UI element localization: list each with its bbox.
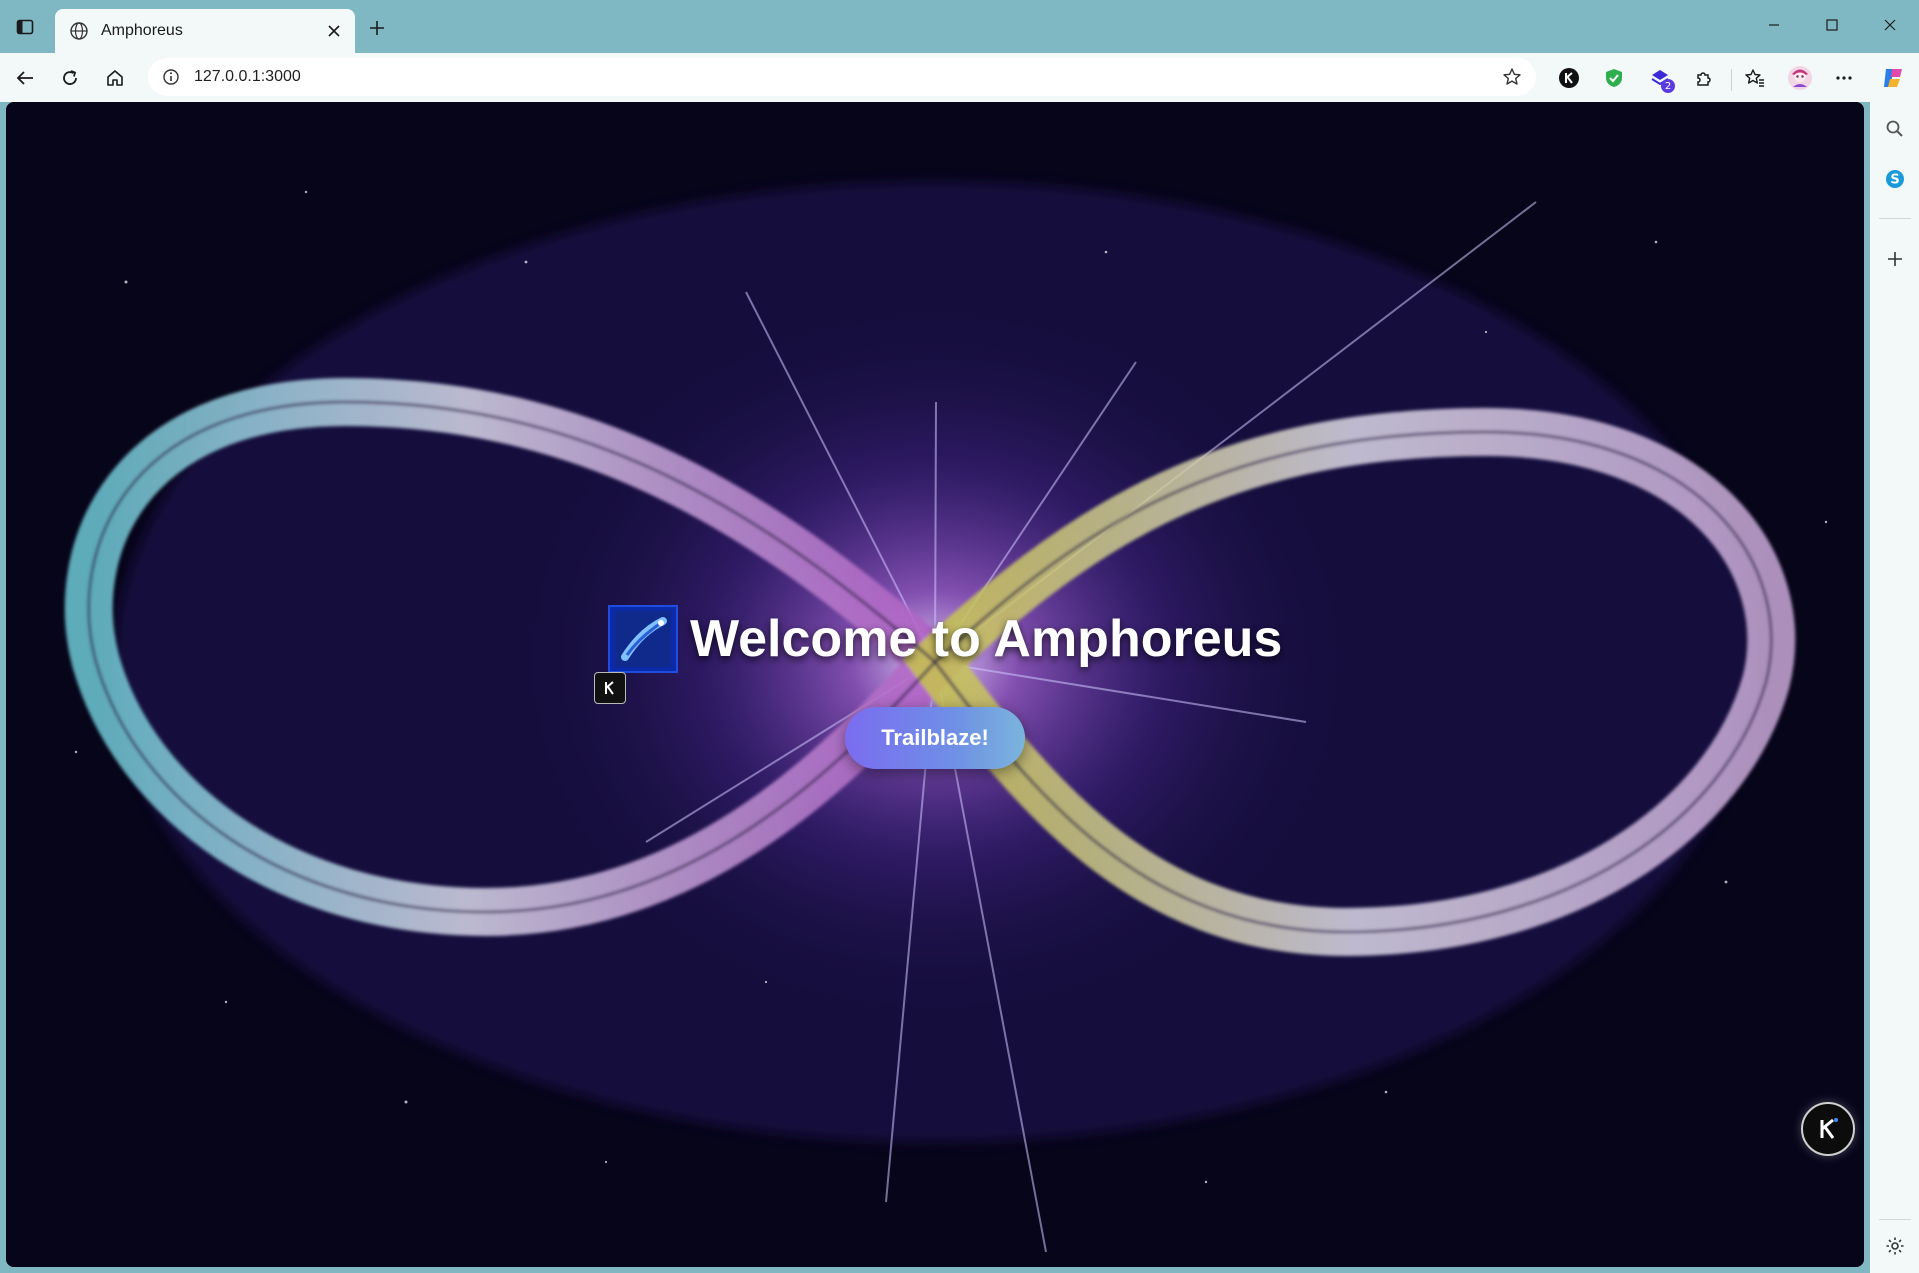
favorites-icon (1745, 69, 1764, 87)
sidebar-divider (1879, 1219, 1911, 1220)
close-tab-icon[interactable] (319, 16, 349, 46)
add-sidebar-app-button[interactable] (1878, 242, 1912, 276)
tab-actions-icon (16, 19, 34, 35)
maximize-button[interactable] (1803, 0, 1861, 50)
puzzle-extensions-icon (1697, 72, 1711, 86)
more-dots-icon (1836, 76, 1852, 80)
k-floating-icon (1820, 1118, 1838, 1139)
favorite-star-icon[interactable] (1496, 61, 1528, 93)
browser-toolbar: 127.0.0.1:3000 2 (0, 53, 1919, 102)
k-extension-button[interactable] (1552, 61, 1586, 95)
back-button[interactable] (8, 61, 42, 95)
site-info-icon[interactable] (156, 62, 186, 92)
sidebar-divider (1879, 218, 1911, 219)
settings-more-button[interactable] (1827, 61, 1861, 95)
close-window-button[interactable] (1861, 0, 1919, 50)
profile-button[interactable] (1783, 61, 1817, 95)
window-controls (1745, 0, 1919, 50)
minimize-icon (1769, 24, 1779, 26)
new-tab-button[interactable] (361, 12, 393, 44)
close-icon (1884, 19, 1896, 31)
copilot-icon (1884, 69, 1902, 87)
extension-badge: 2 (1661, 79, 1675, 93)
stack-extension-button[interactable]: 2 (1643, 61, 1677, 95)
home-button[interactable] (98, 61, 132, 95)
plus-icon (370, 21, 384, 35)
gear-icon (1886, 1237, 1904, 1255)
shield-extension-icon (1606, 69, 1622, 87)
tab-actions-button[interactable] (10, 12, 40, 42)
avatar (1788, 66, 1812, 90)
copilot-button[interactable] (1876, 61, 1910, 95)
page-title: Welcome to Amphoreus (690, 610, 1283, 668)
browser-window: Amphoreus 127.0.0.1:3000 2 Welcome to Am… (0, 0, 1919, 1273)
address-bar[interactable]: 127.0.0.1:3000 (148, 58, 1536, 96)
k-floating-button[interactable] (1801, 1102, 1855, 1156)
tab-title: Amphoreus (101, 22, 183, 39)
extensions-button[interactable] (1687, 61, 1721, 95)
reload-icon (63, 70, 77, 85)
page-viewport: Welcome to Amphoreus Trailblaze! (6, 102, 1864, 1267)
hero-title-row: Welcome to Amphoreus (608, 604, 1282, 674)
minimize-button[interactable] (1745, 0, 1803, 50)
reload-button[interactable] (53, 61, 87, 95)
k-overlay-icon[interactable] (594, 672, 626, 704)
maximize-icon (1826, 19, 1838, 31)
shield-extension-button[interactable] (1597, 61, 1631, 95)
k-extension-icon (1559, 68, 1579, 88)
skype-sidebar-button[interactable]: S (1878, 162, 1912, 196)
skype-icon: S (1886, 170, 1904, 188)
trailblaze-button[interactable]: Trailblaze! (845, 707, 1025, 769)
search-sidebar-button[interactable] (1878, 112, 1912, 146)
title-bar: Amphoreus (0, 0, 1919, 53)
url-text[interactable]: 127.0.0.1:3000 (194, 68, 1496, 86)
globe-icon (67, 19, 91, 43)
toolbar-divider (1731, 69, 1732, 91)
search-icon (1886, 120, 1903, 137)
sidebar-settings-button[interactable] (1878, 1229, 1912, 1263)
active-tab[interactable]: Amphoreus (55, 9, 355, 53)
infinity-background-image (6, 102, 1864, 1267)
back-arrow-icon (16, 71, 33, 85)
favorites-button[interactable] (1738, 61, 1772, 95)
site-logo-icon (608, 605, 678, 673)
plus-icon (1888, 252, 1902, 266)
right-sidebar: S (1870, 102, 1919, 1273)
svg-text:S: S (1890, 173, 1899, 188)
home-icon (107, 70, 123, 86)
